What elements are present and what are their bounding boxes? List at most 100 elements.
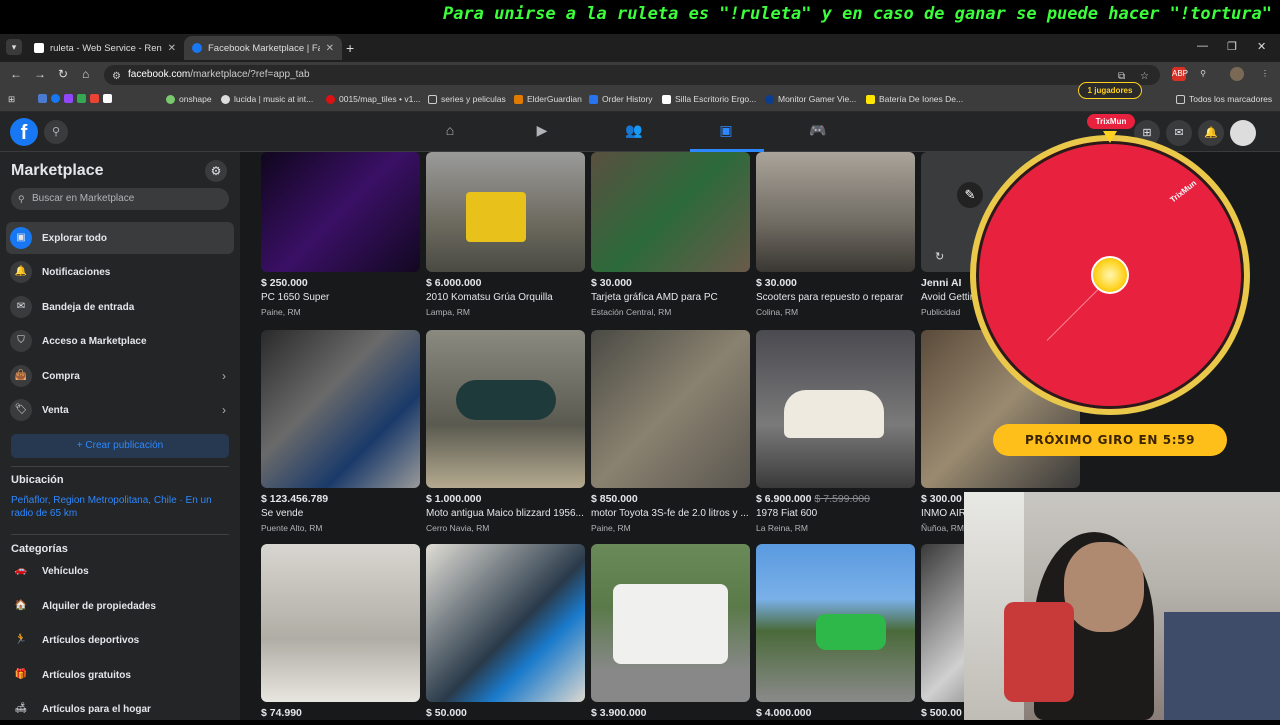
listing-price: $ 250.000 [261, 277, 308, 289]
listing-location: Cerro Navia, RM [426, 523, 490, 533]
location-link[interactable]: Peñaflor, Region Metropolitana, Chile · … [11, 494, 226, 520]
listing-card[interactable]: $ 50.000 [426, 544, 585, 719]
category-label: Artículos para el hogar [42, 703, 151, 715]
listing-price: $ 6.000.000 [426, 277, 482, 289]
listing-title: 1978 Fiat 600 [756, 508, 818, 519]
bookmark-map-tiles[interactable]: 0015/map_tiles • v1... [326, 94, 420, 104]
bookmark-series[interactable]: series y peliculas [428, 94, 506, 104]
listing-card[interactable]: $ 123.456.789 Se vende Puente Alto, RM [261, 330, 420, 533]
home-nav-icon[interactable]: ⌂ [440, 122, 460, 142]
listing-image[interactable] [426, 330, 585, 488]
listing-card[interactable]: $ 6.900.000 $ 7.599.000 1978 Fiat 600 La … [756, 330, 915, 533]
profile-avatar[interactable] [1230, 67, 1244, 81]
listing-image[interactable] [261, 152, 420, 272]
listing-card[interactable]: $ 30.000 Tarjeta gráfica AMD para PC Est… [591, 152, 750, 317]
listing-image[interactable] [261, 544, 420, 702]
sidebar-item-explorar-todo[interactable]: ▣ Explorar todo [6, 222, 234, 254]
bookmark-order-history[interactable]: Order History [589, 94, 653, 104]
category-vehiculos[interactable]: 🚗 Vehículos [6, 555, 234, 587]
marketplace-nav-icon[interactable]: ▣ [716, 122, 736, 142]
sidebar-item-acceso[interactable]: ⛉ Acceso a Marketplace [6, 325, 234, 357]
sidebar-item-bandeja[interactable]: ✉ Bandeja de entrada [6, 291, 234, 323]
friends-nav-icon[interactable]: 👥 [624, 122, 644, 142]
tab-ruleta[interactable]: ruleta - Web Service - Render D ✕ [26, 36, 184, 60]
listing-image[interactable] [591, 544, 750, 702]
gift-icon: 🎁 [14, 669, 28, 680]
bookmark-silla[interactable]: Silla Escritorio Ergo... [662, 94, 756, 104]
bookmark-onshape[interactable]: onshape [166, 94, 212, 104]
minimize-icon[interactable]: — [1197, 40, 1208, 52]
listing-card[interactable]: $ 30.000 Scooters para repuesto o repara… [756, 152, 915, 317]
listing-card[interactable]: $ 4.000.000 [756, 544, 915, 719]
gaming-nav-icon[interactable]: 🎮 [808, 122, 828, 142]
adblock-icon[interactable]: ABP [1172, 67, 1188, 81]
inbox-icon: ✉ [10, 296, 32, 318]
tab-search-icon[interactable]: ▾ [6, 39, 22, 55]
listing-image[interactable] [426, 544, 585, 702]
browser-tab-strip: ▾ ruleta - Web Service - Render D ✕ Face… [0, 34, 1280, 62]
marketplace-search-input[interactable]: ⚲ Buscar en Marketplace [11, 188, 229, 210]
tab-close-icon[interactable]: ✕ [168, 43, 176, 54]
car-shape [784, 390, 884, 438]
sidebar-item-label: Compra [42, 370, 80, 382]
all-bookmarks-folder[interactable]: Todos los marcadores [1176, 94, 1272, 104]
create-listing-button[interactable]: + Crear publicación [11, 434, 229, 458]
bookmark-icons-group[interactable] [38, 94, 116, 103]
apps-grid-icon[interactable]: ⊞ [8, 94, 15, 105]
video-nav-icon[interactable]: ▶ [532, 122, 552, 142]
restore-icon[interactable]: ❐ [1227, 40, 1237, 53]
new-tab-button[interactable]: + [346, 40, 354, 56]
chevron-right-icon: › [222, 369, 226, 383]
listing-card[interactable]: $ 250.000 PC 1650 Super Paine, RM [261, 152, 420, 317]
category-deportivos[interactable]: 🏃 Artículos deportivos [6, 624, 234, 656]
category-hogar[interactable]: 🛋 Artículos para el hogar [6, 693, 234, 725]
tab-close-icon[interactable]: ✕ [326, 43, 334, 54]
listing-card[interactable]: $ 3.900.000 [591, 544, 750, 719]
marketplace-sidebar: Marketplace ⚙ ⚲ Buscar en Marketplace ▣ … [0, 152, 240, 720]
bookmark-star-icon[interactable]: ☆ [1140, 67, 1149, 87]
listing-image[interactable] [591, 152, 750, 272]
listing-price: $ 30.000 [591, 277, 632, 289]
site-info-icon[interactable]: ⚙ [112, 67, 121, 87]
listing-card[interactable]: $ 1.000.000 Moto antigua Maico blizzard … [426, 330, 585, 533]
bookmark-elderguardian[interactable]: ElderGuardian [514, 94, 582, 104]
chrome-menu-icon[interactable]: ⋮ [1258, 67, 1272, 81]
sidebar-item-notificaciones[interactable]: 🔔 Notificaciones [6, 256, 234, 288]
listing-image[interactable] [426, 152, 585, 272]
home-icon[interactable]: ⌂ [82, 67, 89, 81]
old-price: $ 7.599.000 [814, 493, 870, 505]
search-icon[interactable]: ⚲ [44, 120, 68, 144]
home-goods-icon: 🛋 [14, 703, 28, 714]
sidebar-item-venta[interactable]: 🏷 Venta › [6, 394, 234, 426]
listing-image[interactable] [756, 330, 915, 488]
banner-text: Para unirse a la ruleta es "!ruleta" y e… [442, 4, 1272, 24]
tab-facebook-marketplace[interactable]: Facebook Marketplace | Facebo ✕ [184, 36, 342, 60]
listing-image[interactable] [756, 152, 915, 272]
settings-gear-icon[interactable]: ⚙ [205, 160, 227, 182]
listing-card[interactable]: $ 74.990 [261, 544, 420, 719]
close-window-icon[interactable]: ✕ [1257, 40, 1266, 53]
url-host: facebook.com [128, 69, 191, 80]
bookmark-lucida[interactable]: lucida | music at int... [221, 94, 313, 104]
listing-location: La Reina, RM [756, 523, 808, 533]
listing-card[interactable]: $ 850.000 motor Toyota 3S-fe de 2.0 litr… [591, 330, 750, 533]
bookmark-bateria[interactable]: Batería De Iones De... [866, 94, 963, 104]
roulette-wheel: TrixMun [970, 135, 1250, 415]
extensions-icon[interactable]: ⚲ [1196, 67, 1210, 81]
bookmark-monitor[interactable]: Monitor Gamer Vie... [765, 94, 856, 104]
category-gratuitos[interactable]: 🎁 Artículos gratuitos [6, 659, 234, 691]
url-input[interactable]: ⚙ facebook.com/marketplace/?ref=app_tab … [104, 65, 1160, 85]
listing-title: Se vende [261, 508, 304, 519]
sidebar-item-compra[interactable]: 👜 Compra › [6, 360, 234, 392]
listing-image[interactable] [591, 330, 750, 488]
listing-image[interactable] [756, 544, 915, 702]
reload-icon[interactable]: ↻ [58, 67, 68, 81]
category-alquiler[interactable]: 🏠 Alquiler de propiedades [6, 590, 234, 622]
listing-title: PC 1650 Super [261, 292, 330, 303]
back-icon[interactable]: ← [10, 67, 22, 81]
forward-icon[interactable]: → [34, 67, 46, 81]
facebook-logo-icon[interactable]: f [10, 118, 38, 146]
listing-image[interactable] [261, 330, 420, 488]
listing-card[interactable]: $ 6.000.000 2010 Komatsu Grúa Orquilla L… [426, 152, 585, 317]
tag-icon: 🏷 [10, 399, 32, 421]
